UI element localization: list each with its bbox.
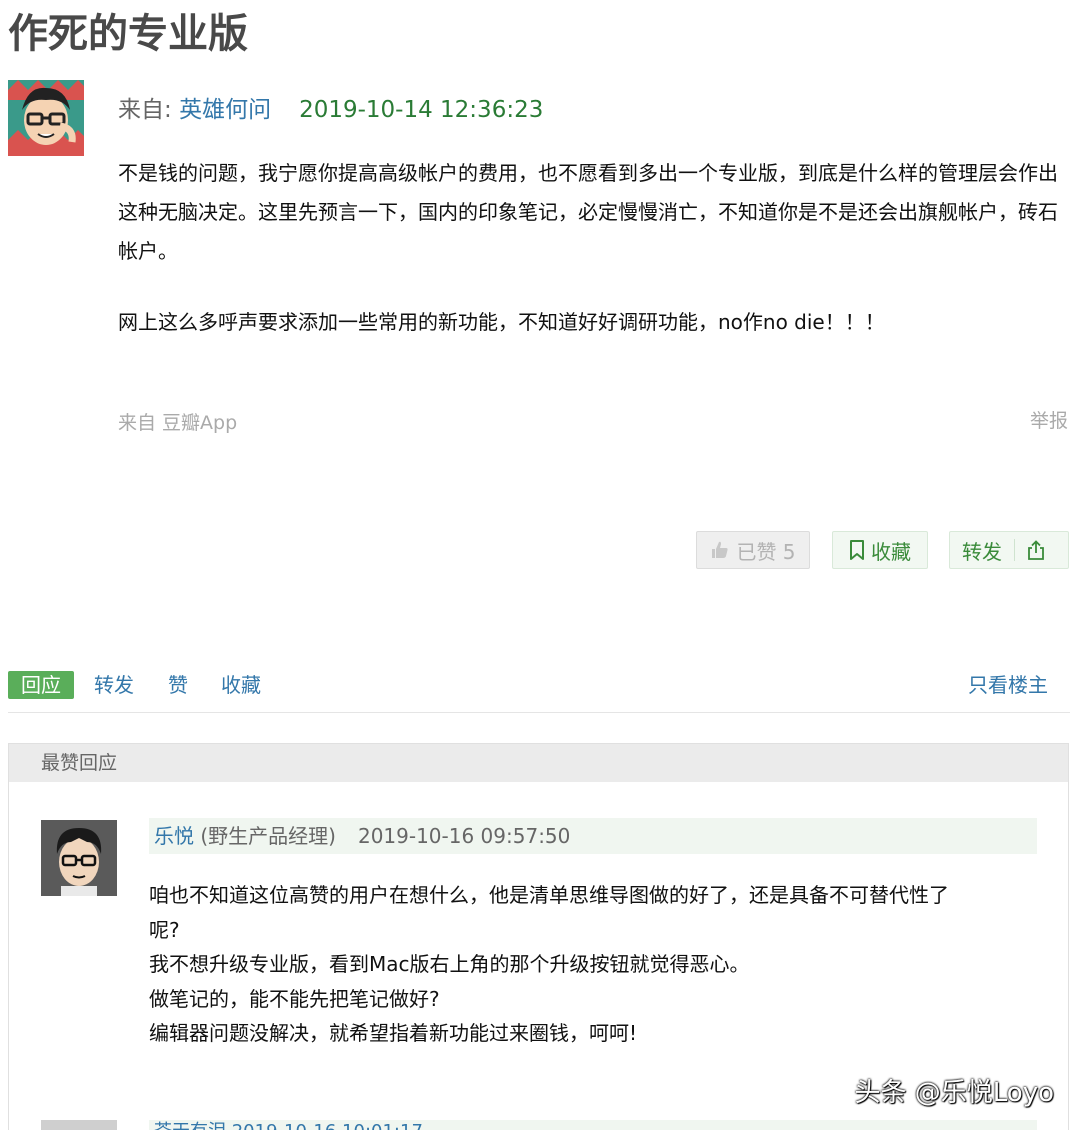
- reply-line: 咱也不知道这位高赞的用户在想什么，他是清单思维导图做的好了，还是具备不可替代性了: [149, 883, 949, 907]
- bookmark-icon: [849, 540, 865, 560]
- reply-avatar-image: [41, 820, 117, 896]
- reply-line: 我不想升级专业版，看到Mac版右上角的那个升级按钮就觉得恶心。: [149, 952, 750, 976]
- next-reply-meta: 苍天有泪 2019-10-16 10:01:17: [149, 1120, 1037, 1130]
- like-button[interactable]: 已赞 5: [696, 531, 810, 569]
- post-date: 2019-10-14 12:36:23: [299, 97, 544, 123]
- reply-author-link[interactable]: 乐悦: [154, 824, 194, 848]
- post-meta: 来自: 英雄何问 2019-10-14 12:36:23: [118, 95, 543, 125]
- reply-author-role: (野生产品经理): [194, 824, 336, 848]
- tab-forward[interactable]: 转发: [94, 671, 134, 699]
- post-source: 来自 豆瓣App: [118, 412, 238, 434]
- collect-button-label: 收藏: [871, 539, 911, 564]
- share-button[interactable]: 转发: [949, 531, 1069, 569]
- tab-like[interactable]: 赞: [168, 671, 188, 699]
- author-avatar[interactable]: [8, 80, 84, 156]
- tab-reply[interactable]: 回应: [8, 671, 74, 699]
- reply-tabs: 回应 转发 赞 收藏 只看楼主: [8, 668, 1070, 713]
- tab-collect[interactable]: 收藏: [221, 671, 261, 699]
- like-button-label: 已赞 5: [736, 539, 796, 564]
- page-title: 作死的专业版: [8, 11, 248, 57]
- tab-op-only[interactable]: 只看楼主: [968, 671, 1048, 699]
- author-name-link[interactable]: 英雄何问: [179, 97, 271, 123]
- post-body: 不是钱的问题，我宁愿你提高高级帐户的费用，也不愿看到多出一个专业版，到底是什么样…: [118, 154, 1070, 342]
- reply-avatar[interactable]: [41, 820, 117, 896]
- reply-body: 咱也不知道这位高赞的用户在想什么，他是清单思维导图做的好了，还是具备不可替代性了…: [149, 878, 1039, 1051]
- share-icon[interactable]: [1027, 540, 1045, 560]
- post-paragraph: 网上这么多呼声要求添加一些常用的新功能，不知道好好调研功能，no作no die！…: [118, 310, 885, 334]
- thumbs-up-icon: [710, 540, 730, 560]
- page: 作死的专业版 来自: 英雄何问 2019-10-14 12:36:23 不是钱的问…: [0, 0, 1080, 1130]
- share-divider: [1014, 539, 1015, 561]
- share-button-label: 转发: [962, 539, 1002, 564]
- best-replies-header: 最赞回应: [9, 744, 1068, 782]
- next-reply-avatar[interactable]: [41, 1120, 117, 1130]
- reply-meta: 乐悦 (野生产品经理) 2019-10-16 09:57:50: [149, 818, 1037, 854]
- collect-button[interactable]: 收藏: [832, 531, 928, 569]
- reply-line: 做笔记的，能不能先把笔记做好?: [149, 986, 440, 1011]
- reply-line: 呢?: [149, 917, 180, 942]
- author-avatar-image: [8, 80, 84, 156]
- watermark: 头条 @乐悦Loyo: [854, 1078, 1055, 1108]
- post-paragraph: 不是钱的问题，我宁愿你提高高级帐户的费用，也不愿看到多出一个专业版，到底是什么样…: [118, 161, 1058, 263]
- from-label: 来自:: [118, 97, 180, 123]
- reply-line: 编辑器问题没解决，就希望指着新功能过来圈钱，呵呵!: [149, 1021, 638, 1045]
- reply-date: 2019-10-16 09:57:50: [357, 824, 571, 848]
- report-link[interactable]: 举报: [1030, 406, 1068, 433]
